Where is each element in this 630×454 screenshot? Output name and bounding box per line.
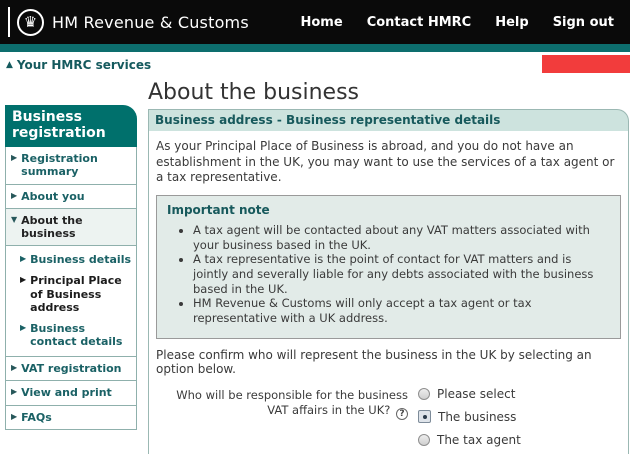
brand-block: ♛ HM Revenue & Customs — [0, 7, 249, 37]
sidebar-item-label: Registration summary — [21, 152, 133, 178]
radio-button-icon[interactable] — [418, 434, 430, 446]
arrow-right-icon: ▶ — [11, 190, 17, 203]
radio-option-label[interactable]: Please select — [437, 387, 515, 401]
sidebar-item-label: FAQs — [21, 411, 52, 424]
sidebar-subitem-business-contact-details[interactable]: ▶ Business contact details — [6, 318, 136, 352]
sidebar-subitem-label: Business details — [30, 253, 131, 266]
top-nav: Home Contact HMRC Help Sign out — [301, 15, 630, 30]
teal-divider-strip — [0, 44, 630, 52]
question-text: Who will be responsible for the business… — [176, 388, 408, 418]
your-hmrc-services-label: Your HMRC services — [17, 58, 151, 72]
section-heading-bar: Business address - Business representati… — [148, 109, 629, 131]
vat-responsibility-form-row: Who will be responsible for the business… — [156, 386, 621, 454]
sidebar-item-about-you[interactable]: ▶ About you — [6, 185, 136, 209]
sidebar-subitem-label: Principal Place of Business address — [30, 274, 134, 314]
important-note-list: A tax agent will be contacted about any … — [193, 223, 610, 326]
question-label: Who will be responsible for the business… — [156, 386, 408, 454]
important-note-bullet: HM Revenue & Customs will only accept a … — [193, 296, 610, 325]
redacted-red-box — [542, 55, 630, 73]
important-note-bullet: A tax agent will be contacted about any … — [193, 223, 610, 252]
radio-button-selected-icon[interactable] — [418, 410, 431, 423]
page: ♛ HM Revenue & Customs Home Contact HMRC… — [0, 0, 630, 454]
sidebar-item-registration-summary[interactable]: ▶ Registration summary — [6, 147, 136, 184]
radio-option-the-business[interactable]: The business — [418, 410, 574, 424]
content-panel: As your Principal Place of Business is a… — [148, 131, 629, 454]
main-content: About the business Business address - Bu… — [148, 80, 629, 454]
sidebar-item-label: About the business — [21, 214, 133, 240]
sidebar-title: Business registration — [5, 105, 137, 147]
arrow-right-icon: ▶ — [11, 386, 17, 399]
page-title: About the business — [148, 80, 629, 105]
sidebar-subitem-label: Business contact details — [30, 322, 134, 348]
sidebar-item-faqs[interactable]: ▶ FAQs — [6, 406, 136, 429]
sidebar-item-view-and-print[interactable]: ▶ View and print — [6, 381, 136, 405]
important-note-bullet: A tax representative is the point of con… — [193, 252, 610, 296]
sidebar-subitem-principal-place-of-business-address[interactable]: ▶ Principal Place of Business address — [6, 270, 136, 318]
important-note-box: Important note A tax agent will be conta… — [156, 195, 621, 339]
nav-help-link[interactable]: Help — [495, 15, 528, 30]
sidebar-item-about-the-business[interactable]: ▼ About the business — [6, 209, 136, 246]
nav-sign-out-link[interactable]: Sign out — [553, 15, 614, 30]
brand-name: HM Revenue & Customs — [52, 13, 249, 32]
radio-option-label[interactable]: The business — [438, 410, 516, 424]
radio-option-group: Please select The business The tax agent… — [418, 386, 574, 454]
arrow-right-icon: ▶ — [11, 152, 17, 178]
your-hmrc-services-link[interactable]: ▲ Your HMRC services — [6, 58, 151, 72]
arrow-right-icon: ▶ — [11, 362, 17, 375]
radio-option-label[interactable]: The tax agent — [437, 433, 521, 447]
nav-contact-hmrc-link[interactable]: Contact HMRC — [367, 15, 472, 30]
collapse-triangle-icon: ▲ — [6, 60, 13, 70]
help-icon[interactable]: ? — [396, 408, 408, 420]
top-header: ♛ HM Revenue & Customs Home Contact HMRC… — [0, 0, 630, 44]
arrow-right-icon: ▶ — [20, 274, 26, 314]
sidebar-item-vat-registration[interactable]: ▶ VAT registration — [6, 357, 136, 381]
radio-option-the-tax-agent[interactable]: The tax agent — [418, 433, 574, 447]
sidebar-item-label: VAT registration — [21, 362, 121, 375]
intro-paragraph: As your Principal Place of Business is a… — [156, 139, 621, 186]
radio-option-please-select[interactable]: Please select — [418, 387, 574, 401]
radio-button-icon[interactable] — [418, 388, 430, 400]
arrow-right-icon: ▶ — [20, 322, 26, 348]
arrow-down-icon: ▼ — [11, 214, 17, 240]
sidebar-nav-list: ▶ Registration summary ▶ About you ▼ Abo… — [5, 147, 137, 430]
confirm-instruction: Please confirm who will represent the bu… — [156, 348, 621, 376]
brand-divider — [8, 7, 10, 37]
arrow-right-icon: ▶ — [11, 411, 17, 424]
sidebar-business-registration: Business registration ▶ Registration sum… — [5, 105, 137, 430]
nav-home-link[interactable]: Home — [301, 15, 343, 30]
sidebar-subsection-about-the-business: ▶ Business details ▶ Principal Place of … — [6, 246, 136, 357]
sidebar-item-label: View and print — [21, 386, 112, 399]
important-note-title: Important note — [167, 203, 610, 217]
hmrc-crown-logo-icon: ♛ — [17, 9, 44, 36]
sidebar-item-label: About you — [21, 190, 84, 203]
sidebar-subitem-business-details[interactable]: ▶ Business details — [6, 249, 136, 270]
arrow-right-icon: ▶ — [20, 253, 26, 266]
